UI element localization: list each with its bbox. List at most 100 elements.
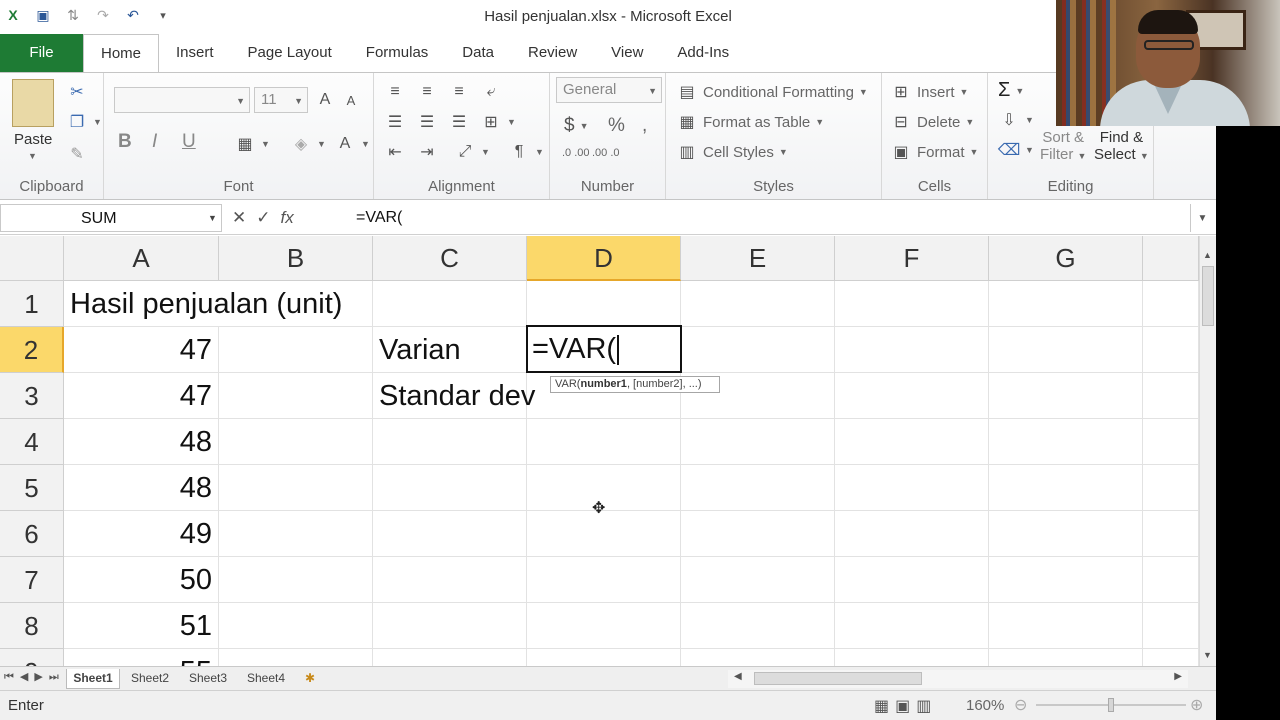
empty-cell[interactable] <box>527 649 681 666</box>
empty-cell[interactable] <box>1143 373 1199 419</box>
empty-cell[interactable] <box>681 603 835 649</box>
formula-input[interactable]: =VAR( <box>344 204 1190 232</box>
empty-cell[interactable] <box>373 649 527 666</box>
enter-icon[interactable]: ✓ <box>256 208 270 228</box>
align-right-icon[interactable]: ☰ <box>448 111 470 133</box>
scroll-down-icon[interactable]: ▼ <box>1203 650 1212 660</box>
find-select-button[interactable]: Find & Select ▼ <box>1094 129 1149 163</box>
tab-home[interactable]: Home <box>83 34 160 72</box>
clear-icon[interactable]: ⌫ ▼ <box>998 139 1034 161</box>
format-painter-icon[interactable]: ✎ <box>66 143 88 165</box>
row-header-7[interactable]: 7 <box>0 557 64 603</box>
comma-button[interactable]: , <box>642 115 647 137</box>
font-color-icon[interactable]: A ▼ <box>334 133 370 155</box>
percent-button[interactable]: % <box>608 115 625 137</box>
decrease-indent-icon[interactable]: ⇤ <box>384 141 406 163</box>
empty-cell[interactable] <box>219 465 373 511</box>
cut-icon[interactable]: ✂ <box>66 81 88 103</box>
tab-insert[interactable]: Insert <box>159 34 231 72</box>
column-header-c[interactable]: C <box>373 236 527 281</box>
cell-a1[interactable]: Hasil penjualan (unit) <box>64 281 342 327</box>
empty-cell[interactable] <box>835 465 989 511</box>
empty-cell[interactable] <box>1143 557 1199 603</box>
zoom-in-icon[interactable]: ⊕ <box>1190 695 1203 715</box>
empty-cell[interactable] <box>681 511 835 557</box>
insert-cells-button[interactable]: ⊞ Insert ▼ <box>890 81 968 103</box>
empty-cell[interactable] <box>219 557 373 603</box>
empty-cell[interactable] <box>681 465 835 511</box>
cell-a7[interactable]: 50 <box>64 557 219 603</box>
empty-cell[interactable] <box>373 465 527 511</box>
align-middle-icon[interactable]: ≡ <box>416 81 438 103</box>
empty-cell[interactable] <box>527 419 681 465</box>
row-header-5[interactable]: 5 <box>0 465 64 511</box>
expand-formula-bar-icon[interactable]: ▼ <box>1190 204 1214 232</box>
cell-a2[interactable]: 47 <box>64 327 219 373</box>
empty-cell[interactable] <box>835 603 989 649</box>
number-format-combo[interactable]: General ▼ <box>556 77 662 103</box>
underline-button[interactable]: U <box>182 131 196 153</box>
cell-styles-button[interactable]: ▥ Cell Styles ▼ <box>676 141 787 163</box>
empty-cell[interactable] <box>835 373 989 419</box>
empty-cell[interactable] <box>219 419 373 465</box>
empty-cell[interactable] <box>1143 465 1199 511</box>
borders-icon[interactable]: ▦ ▼ <box>234 133 269 155</box>
empty-cell[interactable] <box>219 511 373 557</box>
tab-add-ins[interactable]: Add-Ins <box>660 34 746 72</box>
empty-cell[interactable] <box>219 603 373 649</box>
cell-c2[interactable]: Varian <box>373 327 527 373</box>
cell-a6[interactable]: 49 <box>64 511 219 557</box>
cell-b1[interactable] <box>219 281 373 327</box>
cell-b2[interactable] <box>219 327 373 373</box>
row-header-1[interactable]: 1 <box>0 281 64 327</box>
scroll-left-icon[interactable]: ◀ <box>734 671 742 682</box>
empty-cell[interactable] <box>1143 327 1199 373</box>
bold-button[interactable]: B <box>118 131 132 153</box>
vertical-scrollbar[interactable]: ▲ ▼ <box>1199 236 1216 666</box>
row-header-9[interactable]: 9 <box>0 649 64 666</box>
empty-cell[interactable] <box>989 465 1143 511</box>
sheet-tab-4[interactable]: Sheet4 <box>240 669 292 689</box>
sheet-tab-1[interactable]: Sheet1 <box>66 669 120 689</box>
decrease-font-icon[interactable]: A <box>340 89 362 111</box>
paste-button[interactable]: Paste <box>14 131 52 148</box>
empty-cell[interactable] <box>989 511 1143 557</box>
cell-a9[interactable]: 55 <box>64 649 219 666</box>
empty-cell[interactable] <box>681 649 835 666</box>
select-all-corner[interactable] <box>0 236 64 281</box>
zoom-slider-thumb[interactable] <box>1108 698 1114 712</box>
empty-cell[interactable] <box>527 281 681 327</box>
font-size-combo[interactable]: 11 ▼ <box>254 87 308 113</box>
orientation-icon[interactable]: ⤢ ▼ <box>454 141 490 163</box>
fill-icon[interactable]: ⇩ ▼ <box>998 109 1034 131</box>
currency-button[interactable]: $ ▼ <box>564 115 589 137</box>
row-header-3[interactable]: 3 <box>0 373 64 419</box>
empty-cell[interactable] <box>835 327 989 373</box>
empty-cell[interactable] <box>989 373 1143 419</box>
tab-data[interactable]: Data <box>445 34 511 72</box>
increase-font-icon[interactable]: A <box>314 89 336 111</box>
empty-cell[interactable] <box>989 281 1143 327</box>
insert-sheet-icon[interactable]: ✱ <box>298 669 322 689</box>
empty-cell[interactable] <box>835 557 989 603</box>
cell-c3[interactable]: Standar dev <box>373 373 535 419</box>
column-header-e[interactable]: E <box>681 236 835 281</box>
italic-button[interactable]: I <box>152 131 157 153</box>
text-direction-icon[interactable]: ¶ ▼ <box>508 141 544 163</box>
scroll-up-icon[interactable]: ▲ <box>1203 250 1212 260</box>
name-box[interactable]: SUM <box>0 204 222 232</box>
empty-cell[interactable] <box>989 557 1143 603</box>
column-header-d[interactable]: D <box>527 236 681 281</box>
row-header-2[interactable]: 2 <box>0 327 64 373</box>
empty-cell[interactable] <box>989 603 1143 649</box>
cell-a5[interactable]: 48 <box>64 465 219 511</box>
insert-function-icon[interactable]: fx <box>281 208 294 228</box>
row-header-8[interactable]: 8 <box>0 603 64 649</box>
empty-cell[interactable] <box>1143 603 1199 649</box>
column-header-a[interactable]: A <box>64 236 219 281</box>
tab-file[interactable]: File <box>0 34 83 72</box>
delete-cells-button[interactable]: ⊟ Delete ▼ <box>890 111 974 133</box>
column-header-b[interactable]: B <box>219 236 373 281</box>
align-left-icon[interactable]: ☰ <box>384 111 406 133</box>
increase-indent-icon[interactable]: ⇥ <box>416 141 438 163</box>
